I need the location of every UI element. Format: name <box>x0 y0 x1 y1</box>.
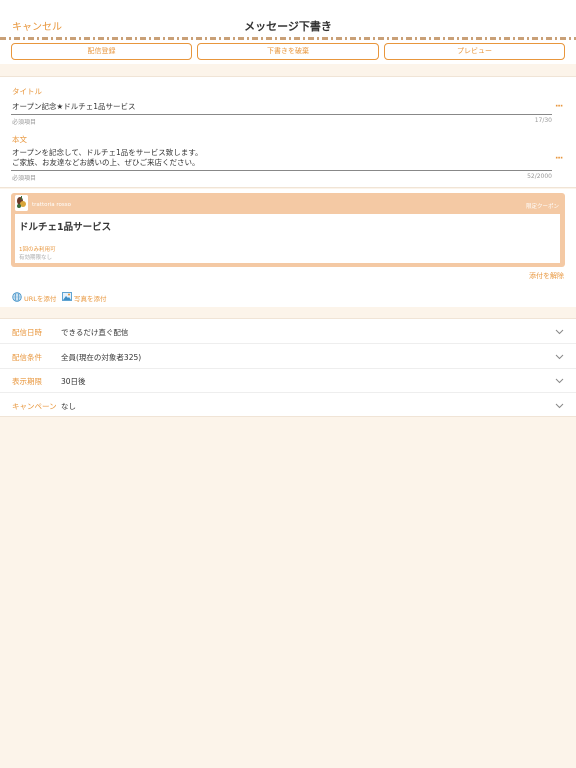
row-label: 配信日時 <box>12 328 42 337</box>
attachment-section: trattoria rosso 限定クーポン ドルチェ1品サービス 1回のみ利用… <box>0 189 576 307</box>
navigation-bar: キャンセル メッセージ下書き <box>0 0 576 38</box>
settings-row-delivery-time[interactable]: 配信日時 できるだけ直ぐ配信 <box>0 319 576 344</box>
row-value: 全員(現在の対象者325) <box>61 353 142 362</box>
body-required-hint: 必須項目 <box>12 175 37 182</box>
register-button[interactable]: 配信登録 <box>11 43 192 60</box>
row-label: 表示期限 <box>12 377 42 386</box>
discard-draft-button[interactable]: 下書きを破棄 <box>197 43 379 60</box>
detach-coupon-link[interactable]: 添付を解除 <box>529 271 564 281</box>
delivery-settings: 配信日時 できるだけ直ぐ配信 配信条件 全員(現在の対象者325) 表示期限 3… <box>0 318 576 417</box>
image-icon <box>62 292 74 303</box>
chevron-down-icon <box>555 403 564 409</box>
coupon-usage-limit: 1回のみ利用可 <box>19 247 56 253</box>
body-input-line-1[interactable]: オープンを記念して、ドルチェ1品をサービス致します。 <box>12 148 202 158</box>
row-label: 配信条件 <box>12 353 42 362</box>
coupon-body: ドルチェ1品サービス 1回のみ利用可 有効期限なし <box>15 214 560 263</box>
row-value: 30日後 <box>61 377 86 386</box>
attach-url-label: URLを添付 <box>24 295 57 303</box>
globe-icon <box>12 292 24 304</box>
body-more-icon[interactable]: ··· <box>555 155 563 164</box>
settings-row-delivery-condition[interactable]: 配信条件 全員(現在の対象者325) <box>0 344 576 369</box>
title-more-icon[interactable]: ··· <box>555 103 563 112</box>
body-underline <box>11 170 552 171</box>
settings-row-campaign[interactable]: キャンペーン なし <box>0 393 576 418</box>
chevron-down-icon <box>555 378 564 384</box>
chevron-down-icon <box>555 329 564 335</box>
body-char-count: 52/2000 <box>527 173 552 180</box>
title-required-hint: 必須項目 <box>12 119 37 126</box>
coupon-tag: 限定クーポン <box>525 204 559 210</box>
store-logo <box>15 195 28 211</box>
title-underline <box>11 114 552 115</box>
attach-url-button[interactable]: URLを添付 <box>12 292 56 304</box>
row-value: できるだけ直ぐ配信 <box>61 328 129 337</box>
title-label: タイトル <box>12 87 42 96</box>
action-toolbar: 配信登録 下書きを破棄 プレビュー <box>0 40 576 64</box>
page-title: メッセージ下書き <box>244 20 332 33</box>
body-input-line-2[interactable]: ご家族、お友達などお誘いの上、ぜひご来店ください。 <box>12 158 200 168</box>
attach-photo-button[interactable]: 写真を添付 <box>62 292 107 303</box>
preview-button[interactable]: プレビュー <box>384 43 565 60</box>
coupon-title: ドルチェ1品サービス <box>19 222 112 233</box>
body-label: 本文 <box>12 135 27 144</box>
attach-photo-label: 写真を添付 <box>74 294 107 303</box>
settings-row-display-period[interactable]: 表示期限 30日後 <box>0 368 576 393</box>
message-form: タイトル オープン記念★ドルチェ1品サービス ··· 必須項目 17/30 本文… <box>0 76 576 188</box>
row-value: なし <box>61 402 76 411</box>
row-label: キャンペーン <box>12 402 57 411</box>
coupon-expiry: 有効期限なし <box>19 255 53 261</box>
title-char-count: 17/30 <box>534 117 552 124</box>
title-input[interactable]: オープン記念★ドルチェ1品サービス <box>12 102 136 112</box>
coupon-store-name: trattoria rosso <box>32 202 71 208</box>
coupon-card[interactable]: trattoria rosso 限定クーポン ドルチェ1品サービス 1回のみ利用… <box>11 193 565 267</box>
chevron-down-icon <box>555 354 564 360</box>
